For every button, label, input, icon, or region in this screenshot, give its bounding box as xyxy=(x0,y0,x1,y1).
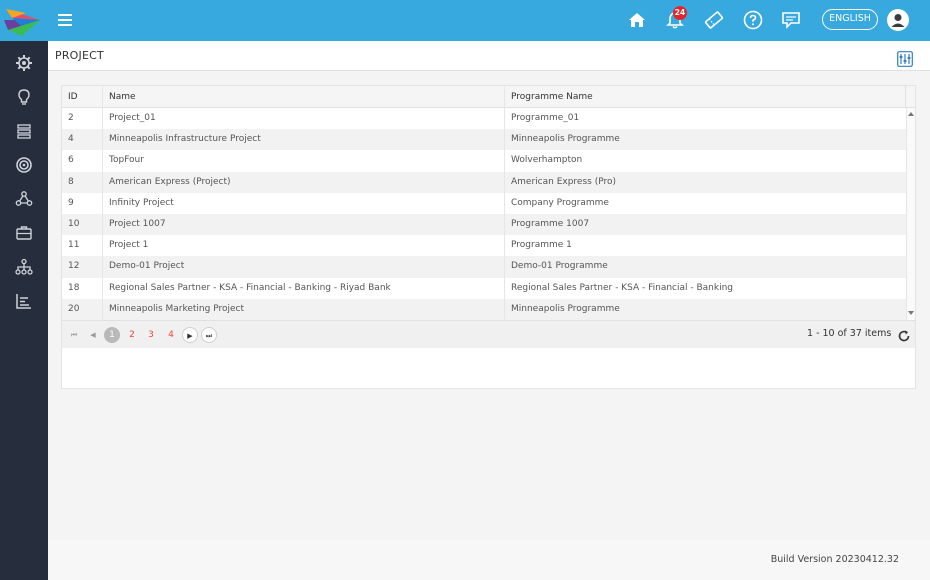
scroll-down-icon[interactable] xyxy=(908,311,914,315)
next-page-icon[interactable]: ▶ xyxy=(182,327,198,343)
footer: Build Version 20230412.32 xyxy=(48,540,930,580)
column-divider xyxy=(504,86,505,320)
table-row[interactable]: 18 Regional Sales Partner - KSA - Financ… xyxy=(62,278,906,299)
chat-icon[interactable] xyxy=(780,9,804,31)
cell-programme: Wolverhampton xyxy=(511,155,583,166)
gear-icon[interactable] xyxy=(14,53,34,73)
page-link[interactable]: 4 xyxy=(163,327,179,343)
pager-info: 1 - 10 of 37 items xyxy=(807,328,892,339)
cell-programme: Demo-01 Programme xyxy=(511,261,608,272)
cell-programme: Company Programme xyxy=(511,197,609,208)
lightbulb-icon[interactable] xyxy=(14,87,34,107)
project-grid: ID Name Programme Name 2 Project_01 Prog… xyxy=(61,85,916,389)
column-divider xyxy=(102,86,103,320)
cell-programme: Programme_01 xyxy=(511,113,580,123)
layers-icon[interactable] xyxy=(14,121,34,141)
cell-name: TopFour xyxy=(109,155,144,166)
cell-name: Infinity Project xyxy=(109,197,174,208)
language-button[interactable]: ENGLISH xyxy=(822,9,878,30)
last-page-icon[interactable]: ⏭ xyxy=(201,327,217,343)
first-page-icon[interactable]: ⏮ xyxy=(66,327,82,343)
network-icon[interactable] xyxy=(14,189,34,209)
cell-name: Minneapolis Infrastructure Project xyxy=(109,134,261,145)
table-row[interactable]: 2 Project_01 Programme_01 xyxy=(62,108,906,129)
scroll-up-icon[interactable] xyxy=(908,112,914,116)
refresh-icon[interactable] xyxy=(897,328,911,342)
cell-programme: Minneapolis Programme xyxy=(511,134,620,145)
help-icon[interactable] xyxy=(742,9,766,31)
ticket-icon[interactable] xyxy=(703,9,727,31)
table-row[interactable]: 11 Project 1 Programme 1 xyxy=(62,235,906,256)
app-logo[interactable] xyxy=(0,0,48,41)
column-header-name[interactable]: Name xyxy=(103,86,505,108)
grid-header: ID Name Programme Name xyxy=(62,86,915,108)
column-header-programme[interactable]: Programme Name xyxy=(505,86,906,108)
column-header-id[interactable]: ID xyxy=(62,86,103,108)
menu-toggle-icon[interactable] xyxy=(58,14,72,26)
main-content: PROJECT ID Name Programme Name 2 Project… xyxy=(48,41,930,540)
briefcase-icon[interactable] xyxy=(14,223,34,243)
page-link[interactable]: 1 xyxy=(104,327,120,343)
sidebar xyxy=(0,41,48,580)
page-header: PROJECT xyxy=(48,41,930,71)
table-row[interactable]: 6 TopFour Wolverhampton xyxy=(62,150,906,171)
cell-id: 8 xyxy=(68,176,74,187)
cell-name: American Express (Project) xyxy=(109,176,231,187)
pager: ⏮ ◀ 1 2 3 4 ▶ ⏭ 1 - 10 of 37 items xyxy=(62,320,915,348)
column-settings-icon[interactable] xyxy=(897,51,913,67)
table-row[interactable]: 8 American Express (Project) American Ex… xyxy=(62,171,906,193)
page-link[interactable]: 2 xyxy=(124,327,140,343)
table-row[interactable]: 4 Minneapolis Infrastructure Project Min… xyxy=(62,129,906,151)
report-icon[interactable] xyxy=(14,291,34,311)
build-version: Build Version 20230412.32 xyxy=(770,554,899,565)
target-icon[interactable] xyxy=(14,155,34,175)
cell-name: Project 1 xyxy=(109,240,149,251)
cell-id: 10 xyxy=(68,219,80,229)
home-icon[interactable] xyxy=(626,9,650,31)
cell-programme: Regional Sales Partner - KSA - Financial… xyxy=(511,282,733,293)
user-avatar-icon[interactable] xyxy=(887,9,909,31)
notification-badge: 24 xyxy=(673,6,687,20)
cell-name: Project_01 xyxy=(109,113,156,123)
table-row[interactable]: 9 Infinity Project Company Programme xyxy=(62,193,906,214)
cell-programme: Programme 1007 xyxy=(511,219,590,229)
cell-id: 18 xyxy=(68,282,80,293)
org-chart-icon[interactable] xyxy=(14,257,34,277)
page-link[interactable]: 3 xyxy=(143,327,159,343)
table-row[interactable]: 10 Project 1007 Programme 1007 xyxy=(62,214,906,236)
table-row[interactable]: 20 Minneapolis Marketing Project Minneap… xyxy=(62,298,906,320)
cell-programme: Minneapolis Programme xyxy=(511,303,620,314)
cell-name: Regional Sales Partner - KSA - Financial… xyxy=(109,282,391,293)
cell-id: 11 xyxy=(68,240,80,251)
cell-name: Project 1007 xyxy=(109,219,166,229)
top-bar: 24 ENGLISH xyxy=(0,0,930,41)
cell-id: 4 xyxy=(68,134,74,145)
table-row[interactable]: 12 Demo-01 Project Demo-01 Programme xyxy=(62,256,906,278)
cell-programme: American Express (Pro) xyxy=(511,176,616,187)
page-title: PROJECT xyxy=(55,49,104,62)
grid-body: 2 Project_01 Programme_01 4 Minneapolis … xyxy=(62,108,906,320)
cell-name: Minneapolis Marketing Project xyxy=(109,303,245,314)
cell-id: 2 xyxy=(68,113,74,123)
cell-id: 20 xyxy=(68,303,80,314)
vertical-scrollbar[interactable] xyxy=(906,108,915,320)
cell-id: 9 xyxy=(68,197,74,208)
cell-name: Demo-01 Project xyxy=(109,261,185,272)
previous-page-icon[interactable]: ◀ xyxy=(85,327,101,343)
cell-id: 6 xyxy=(68,155,74,166)
cell-id: 12 xyxy=(68,261,80,272)
cell-programme: Programme 1 xyxy=(511,240,572,251)
